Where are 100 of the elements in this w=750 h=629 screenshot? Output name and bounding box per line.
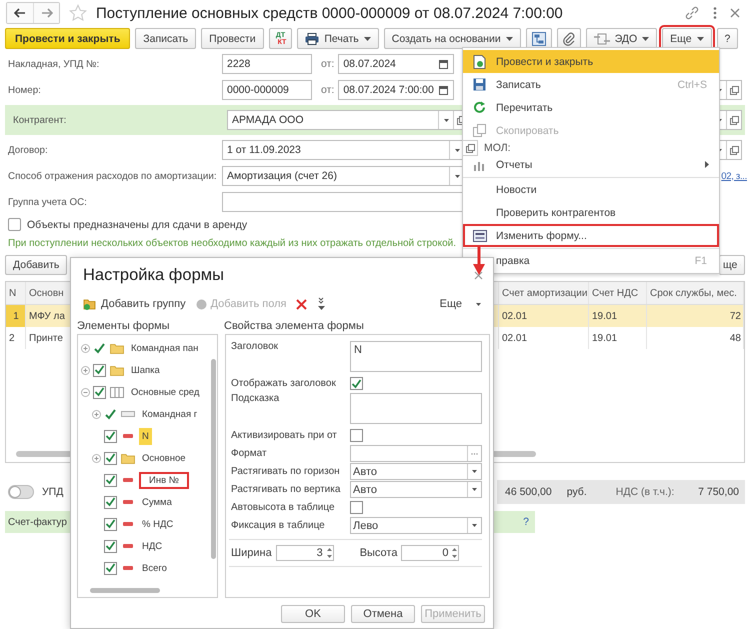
close-icon[interactable] — [730, 8, 740, 18]
more-button[interactable]: ще — [719, 255, 745, 275]
close-icon[interactable] — [474, 270, 483, 280]
menu-item[interactable]: Провести и закрыть — [463, 50, 719, 73]
checkmark-icon[interactable] — [93, 342, 106, 354]
select-field[interactable]: Авто — [350, 481, 482, 498]
checkbox[interactable] — [104, 452, 117, 464]
field-icon — [121, 544, 135, 548]
number-field[interactable]: 0 — [401, 545, 460, 561]
toolbar-button[interactable]: Провести и закрыть — [5, 28, 130, 49]
checkbox[interactable] — [350, 377, 363, 390]
select-field[interactable]: Авто — [350, 463, 482, 480]
field-label: Договор: — [8, 144, 49, 156]
delete-button[interactable] — [294, 296, 310, 312]
total-amount: 46 500,00 — [505, 486, 552, 498]
column-header: N — [6, 282, 26, 304]
tree-item[interactable]: % НДС — [139, 516, 176, 532]
structure-button[interactable] — [526, 28, 552, 49]
tree-item[interactable]: Основное — [139, 450, 189, 466]
checkbox[interactable] — [104, 562, 117, 574]
link[interactable]: 02, з... — [721, 170, 747, 182]
open-icon[interactable] — [730, 86, 738, 94]
toolbar-button[interactable]: Еще — [662, 28, 712, 49]
field-label: от: — [321, 84, 334, 96]
checkbox[interactable] — [104, 474, 117, 486]
tree-item[interactable]: Командная г — [139, 406, 200, 422]
text-area[interactable]: N — [350, 341, 482, 372]
star-icon[interactable] — [69, 4, 87, 22]
checkbox[interactable] — [350, 501, 363, 514]
field-label: Группа учета ОС: — [8, 196, 88, 208]
calendar-icon[interactable] — [439, 86, 448, 94]
select-field[interactable]: 1 от 11.09.2023 — [222, 140, 465, 160]
checkbox[interactable] — [350, 429, 363, 442]
number-field[interactable]: 3 — [276, 545, 334, 561]
menu-item[interactable]: Проверить контрагентов — [463, 201, 719, 224]
attach-button[interactable] — [556, 28, 581, 49]
dialog-button[interactable]: Отмена — [351, 605, 415, 623]
help-link[interactable]: ? — [523, 516, 529, 528]
refresh-icon — [473, 101, 486, 114]
property-label: Растягивать по вертика — [230, 484, 342, 495]
field-label: Контрагент: — [12, 114, 68, 126]
menu-item[interactable]: Новости — [463, 178, 719, 201]
tree-item[interactable]: N — [139, 428, 152, 444]
checkbox-label: Объекты предназначены для сдачи в аренду — [27, 218, 248, 230]
folder-icon — [121, 452, 135, 464]
expand-icon[interactable] — [81, 366, 90, 374]
link-icon[interactable] — [684, 5, 700, 21]
select-field[interactable]: Амортизация (счет 26) — [222, 166, 465, 186]
spinner-icon[interactable] — [451, 546, 458, 560]
more-icon[interactable] — [712, 6, 718, 20]
spinner-icon[interactable] — [326, 546, 333, 560]
checkbox[interactable] — [104, 496, 117, 508]
tree-item[interactable]: НДС — [139, 538, 166, 554]
dialog-button[interactable]: OK — [281, 605, 345, 623]
toolbar-button[interactable]: Записать — [135, 28, 196, 49]
table-cell: 2 — [6, 327, 26, 349]
hint-text: При поступлении нескольких объектов необходимо каждый из них отражать отдельной строкой. — [8, 238, 456, 249]
toolbar-button[interactable]: ? — [716, 28, 738, 49]
calendar-icon[interactable] — [439, 60, 448, 68]
checkbox[interactable] — [104, 540, 117, 552]
menu-item[interactable]: Записать Ctrl+S — [463, 73, 719, 96]
field-icon — [121, 522, 135, 526]
checkbox[interactable] — [93, 364, 106, 376]
tree-item[interactable]: Инв № — [139, 472, 189, 488]
tree-item[interactable]: Шапка — [128, 362, 163, 378]
input-field[interactable] — [350, 445, 482, 462]
expand-icon[interactable] — [92, 454, 101, 462]
command-bar-icon — [121, 411, 135, 417]
document-icon — [473, 54, 486, 68]
checkbox[interactable] — [93, 386, 106, 398]
toolbar-button[interactable]: Создать на основании — [384, 28, 521, 49]
tree-item[interactable]: Основные сред — [128, 384, 202, 400]
select-field[interactable]: Лево — [350, 517, 482, 534]
open-icon[interactable] — [466, 144, 474, 152]
expand-icon[interactable] — [92, 410, 101, 418]
back-button[interactable] — [7, 3, 33, 23]
checkbox[interactable] — [8, 218, 21, 231]
menu-item[interactable]: Отчеты — [463, 153, 719, 176]
field-icon — [121, 478, 135, 482]
toolbar-button[interactable]: Печать — [297, 28, 379, 49]
menu-item[interactable]: Изменить форму... — [463, 224, 719, 247]
input-field[interactable]: 0000-000009 — [222, 80, 312, 100]
checkbox[interactable] — [104, 430, 117, 442]
toolbar-button[interactable]: ЭДО — [586, 28, 658, 49]
toggle-switch[interactable] — [8, 485, 34, 499]
checkbox[interactable] — [104, 518, 117, 530]
tree-item[interactable]: Всего — [139, 560, 170, 576]
save-icon — [473, 78, 486, 91]
add-button[interactable]: Добавить — [5, 255, 68, 275]
input-field[interactable]: 2228 — [222, 54, 312, 74]
checkmark-icon[interactable] — [104, 408, 117, 420]
toolbar-button[interactable]: Провести — [201, 28, 264, 49]
date-field[interactable]: 08.07.2024 — [338, 54, 454, 74]
expand-icon[interactable] — [81, 344, 90, 352]
collapse-icon[interactable] — [81, 388, 90, 396]
tree-item[interactable]: Сумма — [139, 494, 175, 510]
open-icon[interactable] — [730, 116, 738, 124]
open-icon[interactable] — [730, 146, 738, 154]
field-icon — [121, 566, 135, 570]
date-field[interactable]: 08.07.2024 7:00:00 — [338, 80, 454, 100]
